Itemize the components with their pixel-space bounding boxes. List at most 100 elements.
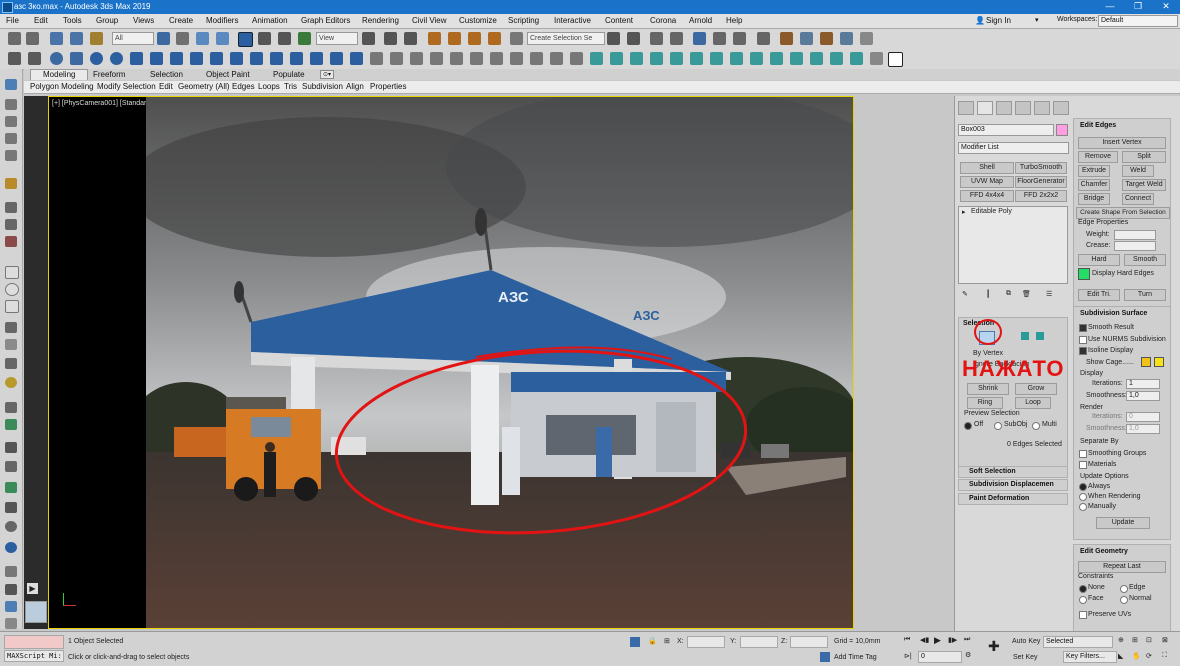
menu-views[interactable]: Views [133, 16, 154, 25]
dummy-icon[interactable] [790, 52, 803, 65]
set-key-big-icon[interactable]: ✚ [988, 638, 1000, 655]
chamfer-box-icon[interactable] [350, 52, 363, 65]
layers-icon[interactable] [5, 150, 17, 161]
render-smoothness-spinner[interactable]: 1,0 [1126, 424, 1160, 434]
spacewarp-icon[interactable] [830, 52, 843, 65]
utilities-tab-icon[interactable] [1053, 101, 1069, 115]
zoom-extents-icon[interactable]: ⊡ [1146, 636, 1152, 644]
ribbon-align[interactable]: Align [346, 82, 364, 91]
sphere-shape-icon[interactable] [5, 377, 17, 388]
sun-light-icon[interactable] [5, 178, 17, 189]
y-coord-field[interactable] [740, 636, 778, 648]
field-of-view-icon[interactable]: ◣ [1118, 652, 1123, 660]
ribbon-tris[interactable]: Tris [284, 82, 297, 91]
ribbon-properties[interactable]: Properties [370, 82, 406, 91]
crease-spinner[interactable] [1114, 241, 1156, 251]
viewport-thumbnail[interactable] [25, 601, 47, 623]
pyramid-icon[interactable] [170, 52, 183, 65]
spinner-snap-icon[interactable] [488, 32, 501, 45]
current-frame-field[interactable]: 0 [918, 651, 962, 663]
edit-edges-heading[interactable]: Edit Edges [1080, 122, 1116, 129]
keyboard-shortcut-icon[interactable] [404, 32, 417, 45]
biped-icon[interactable] [5, 219, 17, 230]
grow-button[interactable]: Grow [1015, 383, 1057, 395]
named-selection-dropdown[interactable]: Create Selection Se [527, 32, 605, 45]
subdivision-displacement-rollout[interactable]: Subdivision Displacemen [958, 479, 1068, 491]
workspaces-select[interactable]: Default [1098, 15, 1178, 27]
constraint-edge-radio[interactable] [1120, 585, 1128, 593]
placement-icon[interactable] [298, 32, 311, 45]
tape-icon[interactable] [710, 52, 723, 65]
pivot-icon[interactable] [362, 32, 375, 45]
chamfer-button[interactable]: Chamfer [1078, 179, 1110, 191]
display-hard-edges-label[interactable]: Display Hard Edges [1092, 270, 1154, 277]
menu-content[interactable]: Content [605, 16, 633, 25]
stack-item-editable-poly[interactable]: Editable Poly [971, 208, 1012, 215]
a360-icon[interactable] [860, 32, 873, 45]
key-filters-button[interactable]: Key Filters... [1063, 651, 1117, 663]
polygon-mode-icon[interactable] [1021, 332, 1029, 340]
point-icon[interactable] [770, 52, 783, 65]
tab-object-paint[interactable]: Object Paint [206, 70, 250, 79]
figure-icon[interactable] [5, 442, 17, 453]
link-icon[interactable] [50, 32, 63, 45]
orbit-icon[interactable]: ⟳ [1146, 652, 1152, 660]
edit-geometry-heading[interactable]: Edit Geometry [1080, 548, 1128, 555]
element-mode-icon[interactable] [1036, 332, 1044, 340]
play-icon[interactable]: ▶ [934, 635, 941, 646]
redo-icon[interactable] [26, 32, 39, 45]
menu-help[interactable]: Help [726, 16, 742, 25]
select-manipulate-icon[interactable] [384, 32, 397, 45]
set-key-button[interactable]: Set Key [1013, 654, 1038, 661]
turn-button[interactable]: Turn [1124, 289, 1166, 301]
selection-lock-icon[interactable]: 🔒 [648, 637, 657, 645]
rotate-icon[interactable] [258, 32, 271, 45]
soft-selection-heading[interactable]: Soft Selection [969, 468, 1016, 475]
plane-icon[interactable] [370, 52, 383, 65]
motion-tab-icon[interactable] [1015, 101, 1031, 115]
cylinder-icon[interactable] [130, 52, 143, 65]
tab-modeling[interactable]: Modeling [30, 69, 89, 80]
menu-civil-view[interactable]: Civil View [412, 16, 447, 25]
viewport-layout-icon[interactable] [5, 601, 17, 612]
tube-icon[interactable] [70, 52, 83, 65]
tab-freeform[interactable]: Freeform [93, 70, 125, 79]
hose-icon[interactable] [290, 52, 303, 65]
mod-uvw-map-button[interactable]: UVW Map [960, 176, 1014, 188]
chevron-down-icon[interactable]: ▾ [1035, 16, 1039, 24]
pin-stack-icon[interactable]: ✎ [962, 290, 968, 298]
ribbon-edges[interactable]: Edges [232, 82, 255, 91]
update-when-rendering-radio[interactable] [1079, 493, 1087, 501]
menu-tools[interactable]: Tools [63, 16, 82, 25]
absolute-mode-icon[interactable]: ⊞ [664, 637, 670, 645]
isolate-selection-icon[interactable] [630, 637, 640, 647]
insert-vertex-button[interactable]: Insert Vertex [1078, 137, 1166, 149]
preserve-uvs-checkbox[interactable] [1079, 611, 1087, 619]
repeat-last-button[interactable]: Repeat Last [1078, 561, 1166, 573]
ruler-icon[interactable] [5, 402, 17, 413]
bind-space-warp-icon[interactable] [90, 32, 103, 45]
render-frame-icon[interactable] [5, 584, 17, 595]
ribbon-polygon-modeling[interactable]: Polygon Modeling [30, 82, 94, 91]
list-icon[interactable] [5, 133, 17, 144]
ribbon-subdivision[interactable]: Subdivision [302, 82, 343, 91]
edit-named-sets-icon[interactable] [510, 32, 523, 45]
zoom-extents-all-icon[interactable]: ⊠ [1162, 636, 1168, 644]
maxscript-mini-listener[interactable]: MAXScript Mi: [4, 650, 64, 662]
preview-subobj-radio[interactable] [994, 422, 1002, 430]
smooth-result-checkbox[interactable] [1079, 324, 1087, 332]
target-weld-button[interactable]: Target Weld [1122, 179, 1166, 191]
go-to-end-icon[interactable]: ⏭ [964, 636, 970, 644]
menu-scripting[interactable]: Scripting [508, 16, 539, 25]
move-icon[interactable] [238, 32, 253, 47]
stairs-icon[interactable] [28, 52, 41, 65]
plant-icon[interactable] [5, 482, 17, 493]
ngon-icon[interactable] [450, 52, 463, 65]
weight-spinner[interactable] [1114, 230, 1156, 240]
minimize-button[interactable]: — [1098, 1, 1122, 11]
helper-icon[interactable] [690, 52, 703, 65]
hard-edge-color-swatch[interactable] [1078, 268, 1090, 280]
paint-deformation-heading[interactable]: Paint Deformation [969, 495, 1029, 502]
close-button[interactable]: ✕ [1154, 1, 1178, 12]
compass-icon[interactable] [750, 52, 763, 65]
